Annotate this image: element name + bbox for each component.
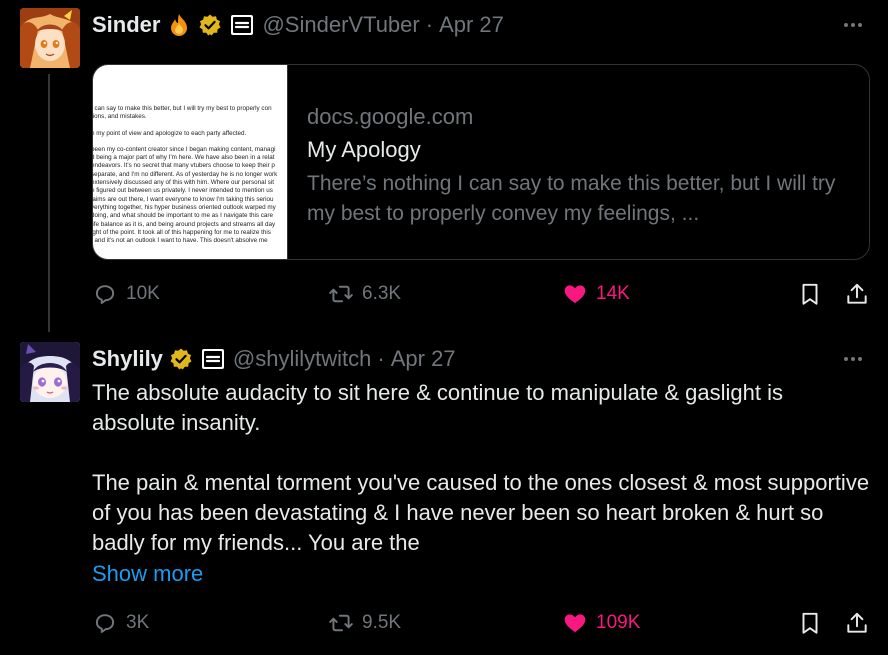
document-thumbnail: I can say to make this better, but I wil… [93, 65, 288, 259]
verified-badge-icon[interactable] [169, 347, 193, 371]
subscription-badge-icon[interactable] [201, 348, 225, 370]
post-actions: 10K 6.3K 14K [92, 279, 870, 309]
bookmark-icon [802, 283, 818, 305]
bookmark-icon [802, 612, 818, 634]
bookmark-button[interactable] [797, 279, 823, 309]
thumbnail-line: e figured out between us privately. I ne… [93, 187, 273, 195]
link-domain: docs.google.com [307, 104, 474, 129]
author-name[interactable]: Sinder [92, 12, 160, 38]
link-card-body: docs.google.com My Apology There’s nothi… [288, 65, 869, 259]
reply-icon [95, 285, 115, 304]
repost-button[interactable]: 6.3K [328, 279, 401, 309]
thumbnail-line: n my point of view and apologize to each… [93, 129, 247, 137]
author-name[interactable]: Shylily [92, 346, 163, 372]
thread-connector-line [48, 74, 50, 332]
repost-icon [329, 285, 353, 303]
reply-button[interactable]: 10K [92, 279, 160, 309]
fire-emoji-icon [166, 12, 192, 38]
more-options-button[interactable] [838, 344, 868, 374]
author-handle[interactable]: @shylilytwitch [233, 346, 371, 372]
post-paragraph: The pain & mental torment you've caused … [92, 470, 870, 555]
share-icon [847, 612, 867, 633]
thumbnail-line [93, 122, 287, 130]
verified-badge-icon[interactable] [198, 13, 222, 37]
more-options-button[interactable] [838, 10, 868, 40]
reply-count: 10K [126, 283, 160, 304]
share-button[interactable] [844, 279, 870, 309]
more-options-icon [844, 357, 848, 361]
thumbnail-line: extensively discussed any of this with h… [93, 179, 275, 187]
post-header: Sinder @SinderVTuber · Apr 27 [92, 10, 504, 40]
thumbnail-line: ight of the point. It took all of this h… [93, 228, 271, 236]
thumbnail-line: life balance as it is, and being around … [93, 220, 276, 228]
thumbnail-line: verything together, his hyper business o… [93, 203, 276, 211]
reply-button[interactable]: 3K [92, 608, 149, 638]
like-button[interactable]: 14K [562, 279, 630, 309]
post-text: The absolute audacity to sit here & cont… [92, 378, 872, 558]
like-count: 109K [596, 612, 641, 633]
thumbnail-line: endeavors. It's no secret that many vtub… [93, 162, 275, 170]
separator-dot: · [377, 346, 385, 371]
heart-icon [564, 285, 586, 304]
author-handle[interactable]: @SinderVTuber [262, 12, 419, 38]
like-button[interactable]: 109K [562, 608, 640, 638]
post-date[interactable]: Apr 27 [439, 12, 504, 38]
bookmark-button[interactable] [797, 608, 823, 638]
avatar-sinder[interactable] [20, 8, 80, 68]
reply-icon [95, 614, 115, 633]
share-icon [847, 283, 867, 304]
post-paragraph: The absolute audacity to sit here & cont… [92, 380, 783, 435]
post-date[interactable]: Apr 27 [391, 346, 456, 372]
thumbnail-line: been my co-content creator since I began… [93, 145, 276, 153]
subscription-badge-icon[interactable] [230, 14, 254, 36]
separator-dot: · [425, 12, 434, 37]
repost-count: 6.3K [362, 283, 402, 304]
thumbnail-line: , and it's not an outlook I want to have… [93, 237, 268, 245]
thumbnail-line: doing, and what should be important to m… [93, 212, 274, 220]
thumbnail-line: tions, and mistakes. [93, 113, 147, 121]
thumbnail-line [93, 138, 287, 146]
share-button[interactable] [844, 608, 870, 638]
repost-icon [329, 614, 353, 632]
link-description: There’s nothing I can say to make this b… [307, 172, 836, 225]
show-more-link[interactable]: Show more [92, 559, 203, 589]
post-header: Shylily @shylilytwitch · Apr 27 [92, 344, 456, 374]
heart-icon [564, 614, 586, 633]
thumbnail-line: laims are out there, I want everyone to … [93, 195, 274, 203]
post-actions: 3K 9.5K 109K [92, 608, 870, 638]
repost-button[interactable]: 9.5K [328, 608, 401, 638]
more-options-icon [844, 23, 848, 27]
reply-count: 3K [126, 612, 150, 633]
link-title: My Apology [307, 137, 421, 162]
thumbnail-line: I can say to make this better, but I wil… [93, 105, 272, 112]
thumbnail-line: separate, and I'm no different. As of ye… [93, 170, 278, 178]
thumbnail-line: d being a major part of why I'm here. We… [93, 154, 275, 162]
like-count: 14K [596, 283, 630, 304]
avatar-shylily[interactable] [20, 342, 80, 402]
repost-count: 9.5K [362, 612, 402, 633]
link-preview-card[interactable]: I can say to make this better, but I wil… [92, 64, 870, 260]
